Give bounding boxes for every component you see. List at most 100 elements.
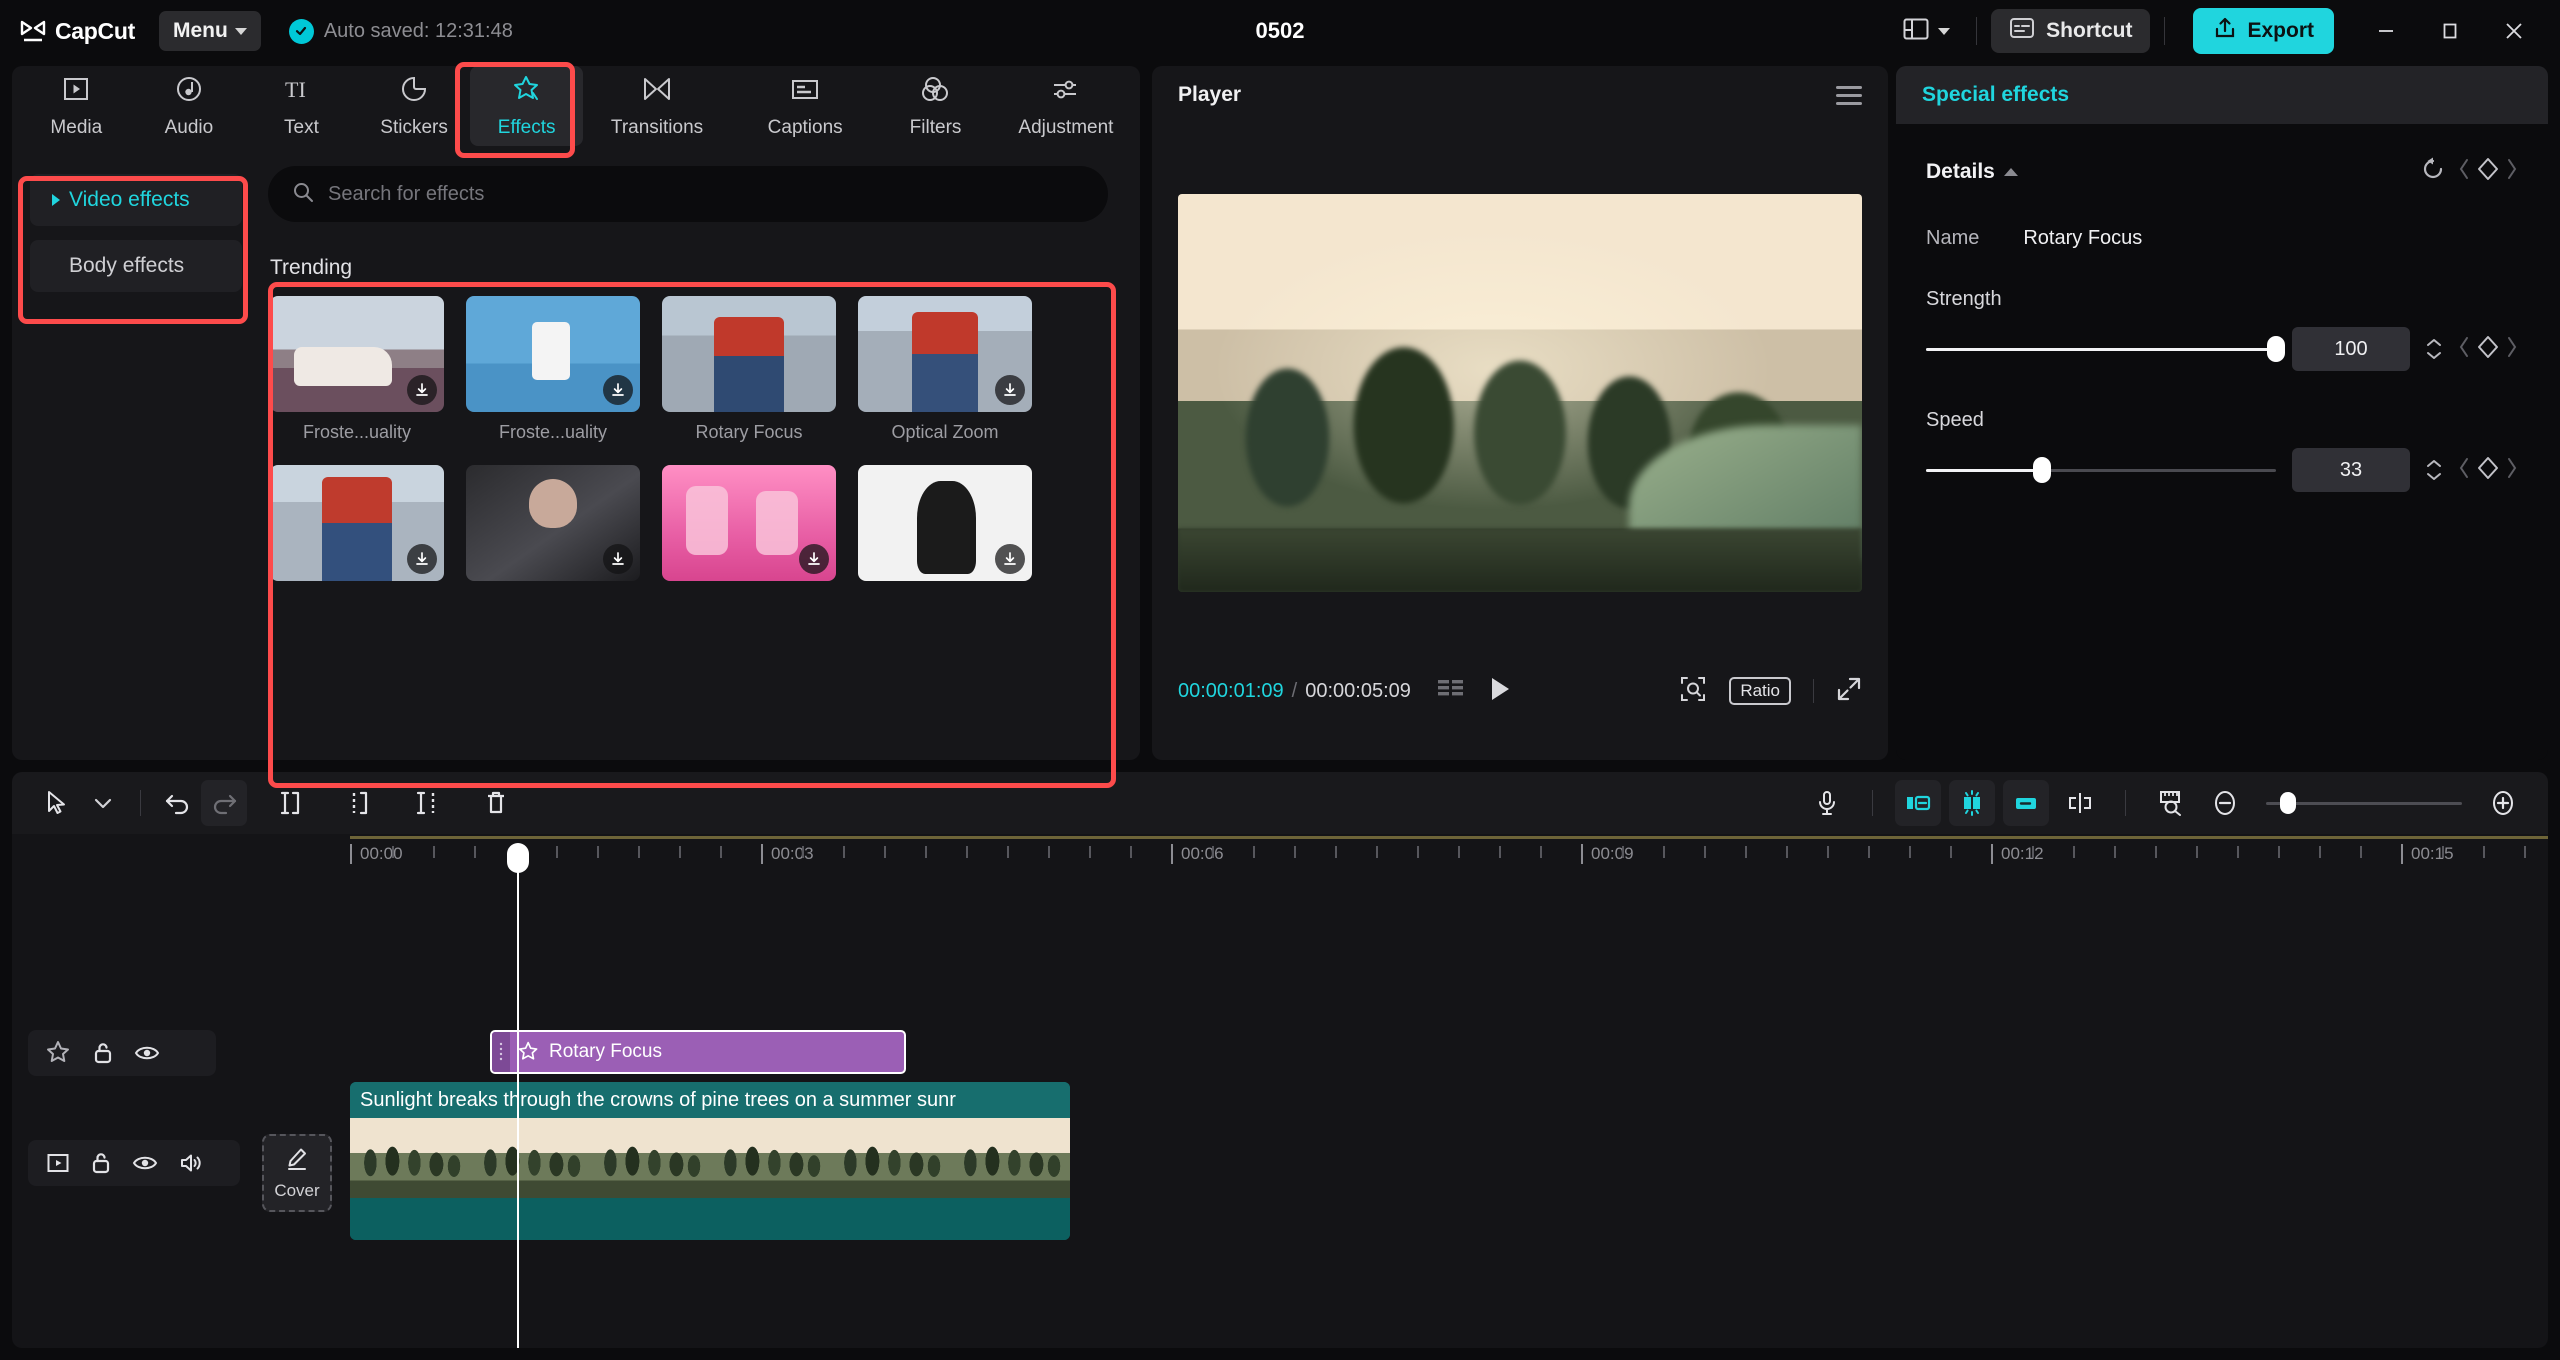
speed-stepper[interactable] bbox=[2426, 459, 2442, 481]
export-button[interactable]: Export bbox=[2193, 8, 2334, 54]
media-icon bbox=[61, 74, 91, 109]
play-icon[interactable] bbox=[1487, 675, 1513, 708]
keyframe-next-icon[interactable] bbox=[2506, 158, 2518, 185]
speed-slider[interactable] bbox=[1926, 457, 2276, 483]
menu-button[interactable]: Menu bbox=[158, 11, 261, 51]
keyframe-prev-icon[interactable] bbox=[2458, 158, 2470, 185]
ruler-tick bbox=[1827, 846, 1829, 858]
total-time: 00:00:05:09 bbox=[1305, 679, 1411, 702]
library-tabbar: Media Audio TI Text Stickers Effects Tra… bbox=[12, 66, 1140, 152]
trim-right-icon[interactable] bbox=[405, 780, 451, 826]
effects-star-icon bbox=[46, 1040, 72, 1066]
cover-thumbnail-button[interactable]: Cover bbox=[262, 1134, 332, 1212]
redo-icon[interactable] bbox=[201, 780, 247, 826]
keyframe-diamond-icon[interactable] bbox=[2475, 455, 2501, 486]
video-preview[interactable] bbox=[1178, 194, 1862, 592]
effect-card[interactable] bbox=[858, 465, 1032, 581]
ruler-zoom-icon[interactable] bbox=[2148, 780, 2194, 826]
speed-value-input[interactable]: 33 bbox=[2292, 448, 2410, 492]
zoom-in-icon[interactable] bbox=[2480, 780, 2526, 826]
tab-adjustment[interactable]: Adjustment bbox=[992, 66, 1140, 146]
speaker-icon[interactable] bbox=[178, 1151, 204, 1175]
hamburger-icon[interactable] bbox=[1836, 85, 1862, 105]
slider-knob[interactable] bbox=[2267, 336, 2285, 362]
keyframe-diamond-icon[interactable] bbox=[2475, 334, 2501, 365]
chevron-down-icon[interactable] bbox=[80, 780, 126, 826]
download-icon[interactable] bbox=[407, 375, 437, 405]
magnifier-icon[interactable] bbox=[1679, 675, 1707, 708]
tab-media[interactable]: Media bbox=[20, 66, 133, 146]
microphone-icon[interactable] bbox=[1804, 780, 1850, 826]
fullscreen-icon[interactable] bbox=[1836, 676, 1862, 707]
ratio-button[interactable]: Ratio bbox=[1729, 677, 1791, 705]
tab-stickers[interactable]: Stickers bbox=[358, 66, 471, 146]
trim-left-icon[interactable] bbox=[337, 780, 383, 826]
search-input[interactable]: Search for effects bbox=[268, 166, 1108, 222]
snap-left-icon[interactable] bbox=[1895, 780, 1941, 826]
effect-card[interactable]: Rotary Focus bbox=[662, 296, 836, 443]
mirror-icon[interactable] bbox=[2057, 780, 2103, 826]
name-value: Rotary Focus bbox=[2023, 227, 2143, 249]
tab-transitions[interactable]: Transitions bbox=[583, 66, 731, 146]
download-icon[interactable] bbox=[995, 375, 1025, 405]
effect-card[interactable] bbox=[270, 465, 444, 581]
reset-icon[interactable] bbox=[2420, 156, 2446, 187]
zoom-out-icon[interactable] bbox=[2202, 780, 2248, 826]
video-clip[interactable]: Sunlight breaks through the crowns of pi… bbox=[350, 1082, 1070, 1240]
effect-card[interactable]: Froste...uality bbox=[466, 296, 640, 443]
download-icon[interactable] bbox=[603, 375, 633, 405]
minimize-button[interactable] bbox=[2354, 0, 2418, 62]
tab-filters[interactable]: Filters bbox=[879, 66, 992, 146]
effect-clip-rotary-focus[interactable]: Rotary Focus bbox=[490, 1030, 906, 1074]
ruler-tick bbox=[638, 846, 640, 858]
slider-knob[interactable] bbox=[2032, 457, 2051, 483]
effect-thumbnail bbox=[662, 296, 836, 412]
select-pointer-icon[interactable] bbox=[34, 780, 80, 826]
slider-fill bbox=[1926, 347, 2276, 351]
keyframe-next-icon[interactable] bbox=[2506, 336, 2518, 363]
keyframe-prev-icon[interactable] bbox=[2458, 457, 2470, 484]
close-button[interactable] bbox=[2482, 0, 2546, 62]
strength-value-input[interactable]: 100 bbox=[2292, 327, 2410, 371]
tab-text[interactable]: TI Text bbox=[245, 66, 358, 146]
strength-stepper[interactable] bbox=[2426, 338, 2442, 360]
snap-right-icon[interactable] bbox=[2003, 780, 2049, 826]
keyframe-diamond-icon[interactable] bbox=[2475, 156, 2501, 187]
sidebar-item-video-effects[interactable]: Video effects bbox=[30, 174, 242, 226]
lock-icon[interactable] bbox=[92, 1041, 114, 1065]
effect-card[interactable]: Froste...uality bbox=[270, 296, 444, 443]
lock-icon[interactable] bbox=[90, 1151, 112, 1175]
tab-captions[interactable]: Captions bbox=[731, 66, 879, 146]
delete-icon[interactable] bbox=[473, 780, 519, 826]
eye-icon[interactable] bbox=[132, 1152, 158, 1174]
download-icon[interactable] bbox=[603, 544, 633, 574]
maximize-button[interactable] bbox=[2418, 0, 2482, 62]
tab-audio[interactable]: Audio bbox=[133, 66, 246, 146]
keyframe-prev-icon[interactable] bbox=[2458, 336, 2470, 363]
slider-knob[interactable] bbox=[2280, 792, 2296, 814]
layout-switch-button[interactable] bbox=[1891, 9, 1962, 54]
clip-left-handle[interactable] bbox=[492, 1032, 510, 1072]
split-icon[interactable] bbox=[269, 780, 315, 826]
snap-center-icon[interactable] bbox=[1949, 780, 1995, 826]
effect-card[interactable]: Optical Zoom bbox=[858, 296, 1032, 443]
grid-icon[interactable] bbox=[1437, 677, 1465, 706]
download-icon[interactable] bbox=[799, 544, 829, 574]
sticker-icon bbox=[399, 74, 429, 109]
download-icon[interactable] bbox=[407, 544, 437, 574]
timeline-zoom-slider[interactable] bbox=[2266, 792, 2462, 814]
keyframe-next-icon[interactable] bbox=[2506, 457, 2518, 484]
effect-card[interactable] bbox=[466, 465, 640, 581]
strength-slider[interactable] bbox=[1926, 336, 2285, 362]
effect-card[interactable] bbox=[662, 465, 836, 581]
sidebar-item-body-effects[interactable]: Body effects bbox=[30, 240, 242, 292]
effect-thumbnail bbox=[270, 465, 444, 581]
shortcut-button[interactable]: Shortcut bbox=[1991, 9, 2151, 53]
eye-icon[interactable] bbox=[134, 1042, 160, 1064]
chevron-up-icon[interactable] bbox=[2003, 167, 2018, 176]
undo-icon[interactable] bbox=[155, 780, 201, 826]
timeline-ruler[interactable]: 00:00 00:03 00:06 00:09 00:12 00:15 bbox=[12, 834, 2548, 882]
download-icon[interactable] bbox=[995, 544, 1025, 574]
tab-effects[interactable]: Effects bbox=[470, 66, 583, 146]
search-placeholder: Search for effects bbox=[328, 182, 485, 205]
